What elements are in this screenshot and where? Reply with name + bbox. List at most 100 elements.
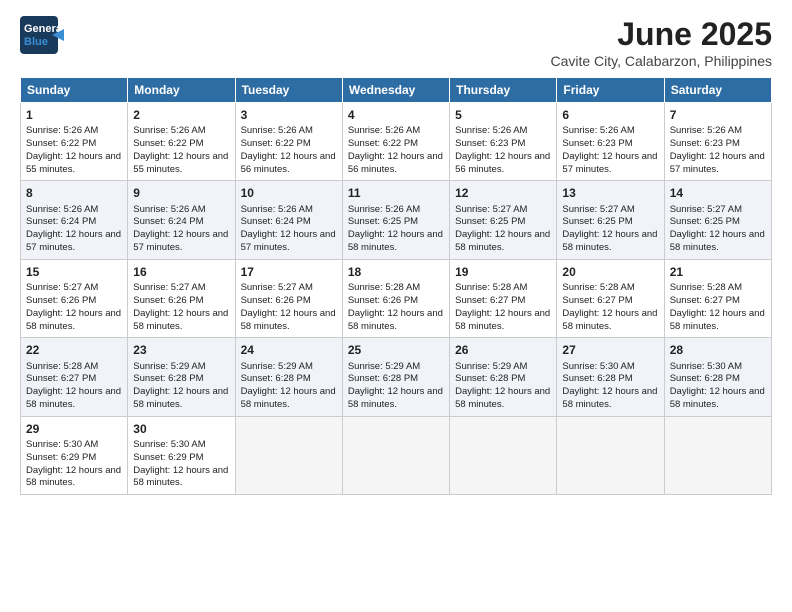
sunrise-text: Sunrise: 5:29 AM [348,361,444,374]
daylight-text: Daylight: 12 hours and 58 minutes. [241,386,337,412]
daylight-text: Daylight: 12 hours and 57 minutes. [562,151,658,177]
calendar-cell: 22Sunrise: 5:28 AMSunset: 6:27 PMDayligh… [21,338,128,416]
sunrise-text: Sunrise: 5:26 AM [670,125,766,138]
sunrise-text: Sunrise: 5:26 AM [348,204,444,217]
title-block: June 2025 Cavite City, Calabarzon, Phili… [550,16,772,69]
day-number: 22 [26,342,122,358]
day-number: 19 [455,264,551,280]
day-number: 12 [455,185,551,201]
calendar-cell: 24Sunrise: 5:29 AMSunset: 6:28 PMDayligh… [235,338,342,416]
calendar-cell: 3Sunrise: 5:26 AMSunset: 6:22 PMDaylight… [235,103,342,181]
day-number: 1 [26,107,122,123]
daylight-text: Daylight: 12 hours and 58 minutes. [670,386,766,412]
calendar-cell: 23Sunrise: 5:29 AMSunset: 6:28 PMDayligh… [128,338,235,416]
calendar-cell: 19Sunrise: 5:28 AMSunset: 6:27 PMDayligh… [450,259,557,337]
calendar-cell: 12 Sunrise: 5:27 AMSunset: 6:25 PMDayligh… [450,181,557,259]
sunrise-text: Sunrise: 5:26 AM [26,125,122,138]
sunset-text: Sunset: 6:26 PM [348,295,444,308]
sunrise-text: Sunrise: 5:26 AM [133,125,229,138]
daylight-text: Daylight: 12 hours and 58 minutes. [348,229,444,255]
sunrise-text: Sunrise: 5:27 AM [455,204,551,217]
calendar: SundayMondayTuesdayWednesdayThursdayFrid… [20,77,772,495]
calendar-cell [664,416,771,494]
sunrise-text: Sunrise: 5:29 AM [241,361,337,374]
sunrise-text: Sunrise: 5:30 AM [670,361,766,374]
calendar-day-header: Monday [128,78,235,103]
sunset-text: Sunset: 6:26 PM [26,295,122,308]
daylight-text: Daylight: 12 hours and 58 minutes. [133,386,229,412]
calendar-day-header: Thursday [450,78,557,103]
day-number: 30 [133,421,229,437]
daylight-text: Daylight: 12 hours and 58 minutes. [348,308,444,334]
day-number: 8 [26,185,122,201]
day-number: 6 [562,107,658,123]
daylight-text: Daylight: 12 hours and 58 minutes. [26,308,122,334]
calendar-cell: 29Sunrise: 5:30 AMSunset: 6:29 PMDayligh… [21,416,128,494]
calendar-cell: 1Sunrise: 5:26 AMSunset: 6:22 PMDaylight… [21,103,128,181]
sunset-text: Sunset: 6:27 PM [26,373,122,386]
day-number: 4 [348,107,444,123]
day-number: 27 [562,342,658,358]
sunset-text: Sunset: 6:23 PM [455,138,551,151]
calendar-day-header: Friday [557,78,664,103]
sunset-text: Sunset: 6:26 PM [133,295,229,308]
sunrise-text: Sunrise: 5:26 AM [241,204,337,217]
daylight-text: Daylight: 12 hours and 56 minutes. [455,151,551,177]
sunrise-text: Sunrise: 5:27 AM [562,204,658,217]
day-number: 18 [348,264,444,280]
calendar-week-row: 8Sunrise: 5:26 AMSunset: 6:24 PMDaylight… [21,181,772,259]
sunrise-text: Sunrise: 5:30 AM [562,361,658,374]
calendar-cell [450,416,557,494]
sunrise-text: Sunrise: 5:27 AM [133,282,229,295]
sunset-text: Sunset: 6:25 PM [562,216,658,229]
sunset-text: Sunset: 6:26 PM [241,295,337,308]
calendar-cell: 2Sunrise: 5:26 AMSunset: 6:22 PMDaylight… [128,103,235,181]
daylight-text: Daylight: 12 hours and 58 minutes. [26,465,122,491]
calendar-cell: 25Sunrise: 5:29 AMSunset: 6:28 PMDayligh… [342,338,449,416]
sunrise-text: Sunrise: 5:27 AM [670,204,766,217]
daylight-text: Daylight: 12 hours and 58 minutes. [133,465,229,491]
sunset-text: Sunset: 6:25 PM [455,216,551,229]
sunset-text: Sunset: 6:28 PM [670,373,766,386]
calendar-day-header: Sunday [21,78,128,103]
daylight-text: Daylight: 12 hours and 57 minutes. [241,229,337,255]
sunrise-text: Sunrise: 5:26 AM [26,204,122,217]
sunset-text: Sunset: 6:23 PM [670,138,766,151]
calendar-cell: 17Sunrise: 5:27 AMSunset: 6:26 PMDayligh… [235,259,342,337]
sunrise-text: Sunrise: 5:30 AM [26,439,122,452]
calendar-cell: 21Sunrise: 5:28 AMSunset: 6:27 PMDayligh… [664,259,771,337]
daylight-text: Daylight: 12 hours and 58 minutes. [348,386,444,412]
daylight-text: Daylight: 12 hours and 58 minutes. [562,229,658,255]
day-number: 17 [241,264,337,280]
calendar-cell: 27Sunrise: 5:30 AMSunset: 6:28 PMDayligh… [557,338,664,416]
daylight-text: Daylight: 12 hours and 56 minutes. [241,151,337,177]
sunset-text: Sunset: 6:28 PM [348,373,444,386]
logo: General Blue [20,16,64,54]
sunset-text: Sunset: 6:22 PM [348,138,444,151]
header: General Blue June 2025 Cavite City, Cala… [20,16,772,69]
calendar-week-row: 29Sunrise: 5:30 AMSunset: 6:29 PMDayligh… [21,416,772,494]
day-number: 16 [133,264,229,280]
day-number: 9 [133,185,229,201]
daylight-text: Daylight: 12 hours and 58 minutes. [133,308,229,334]
calendar-cell: 28 Sunrise: 5:30 AMSunset: 6:28 PMDayligh… [664,338,771,416]
daylight-text: Daylight: 12 hours and 57 minutes. [133,229,229,255]
sunrise-text: Sunrise: 5:28 AM [26,361,122,374]
sunrise-text: Sunrise: 5:26 AM [348,125,444,138]
calendar-cell: 14Sunrise: 5:27 AMSunset: 6:25 PMDayligh… [664,181,771,259]
sunset-text: Sunset: 6:25 PM [348,216,444,229]
sunset-text: Sunset: 6:24 PM [241,216,337,229]
sunrise-text: Sunrise: 5:29 AM [133,361,229,374]
day-number: 28 [670,342,766,358]
day-number: 23 [133,342,229,358]
calendar-cell: 5Sunrise: 5:26 AMSunset: 6:23 PMDaylight… [450,103,557,181]
daylight-text: Daylight: 12 hours and 57 minutes. [26,229,122,255]
sunrise-text: Sunrise: 5:26 AM [241,125,337,138]
daylight-text: Daylight: 12 hours and 58 minutes. [562,308,658,334]
day-number: 21 [670,264,766,280]
calendar-cell: 9Sunrise: 5:26 AMSunset: 6:24 PMDaylight… [128,181,235,259]
day-number: 11 [348,185,444,201]
svg-text:Blue: Blue [24,36,48,48]
daylight-text: Daylight: 12 hours and 58 minutes. [455,229,551,255]
calendar-cell [342,416,449,494]
